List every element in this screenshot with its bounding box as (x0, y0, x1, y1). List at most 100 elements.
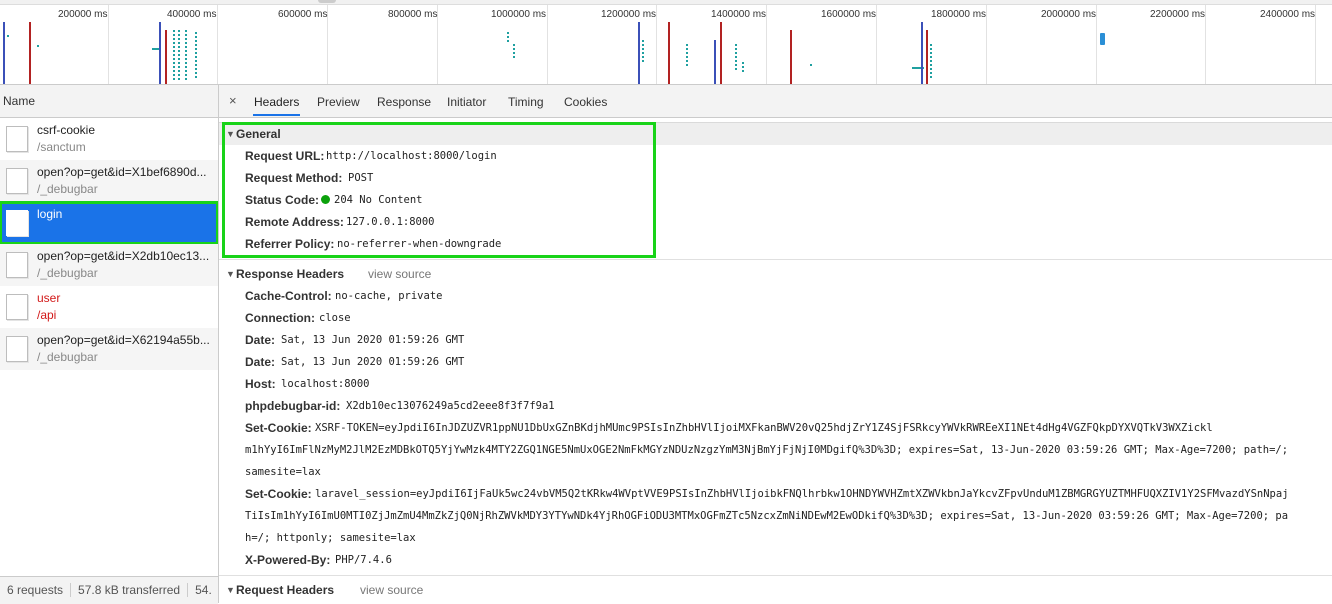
header-key: phpdebugbar-id: (245, 399, 341, 413)
header-value: h=/; httponly; samesite=lax (245, 532, 416, 544)
timeline-event-marker (930, 44, 932, 78)
name-column-header[interactable]: Name (0, 85, 218, 118)
view-source-link[interactable]: view source (360, 579, 423, 601)
timeline-event-marker (735, 44, 737, 72)
header-value: X2db10ec13076249a5cd2eee8f3f7f9a1 (346, 400, 555, 412)
tab-timing[interactable]: Timing (507, 85, 545, 116)
timeline-event-marker (642, 40, 644, 62)
header-row-set-cookie: Set-Cookie: laravel_session=eyJpdiI6IjFa… (219, 483, 1332, 505)
header-row-request-url: Request URL: http://localhost:8000/login (219, 145, 1332, 167)
timeline-tick-label: 2000000 ms (1041, 9, 1097, 20)
timeline-event-marker (3, 22, 5, 84)
request-headers-section-header[interactable]: ▼ Request Headers view source (219, 579, 1332, 601)
header-value: TiIsIm1hYyI6ImU0MTI0ZjJmZmU4MmZkZjQ0NjRh… (245, 510, 1289, 522)
expand-triangle-icon: ▼ (226, 129, 235, 139)
request-row-debugbar-1[interactable]: open?op=get&id=X1bef6890d... /_debugbar (0, 160, 218, 202)
header-value: XSRF-TOKEN=eyJpdiI6InJDZUZVR1ppNU1DbUxGZ… (315, 422, 1213, 434)
header-value-continuation: h=/; httponly; samesite=lax (219, 527, 1332, 549)
timeline-event-marker (165, 30, 167, 84)
timeline-event-marker (173, 30, 175, 80)
timeline-gridline (1096, 5, 1097, 84)
header-key: Connection: (245, 311, 315, 325)
header-row-phpdebugbar-id: phpdebugbar-id: X2db10ec13076249a5cd2eee… (219, 395, 1332, 417)
request-row-login[interactable]: login (0, 201, 218, 245)
header-row-x-powered-by: X-Powered-By: PHP/7.4.6 (219, 549, 1332, 571)
timeline-event-marker (37, 45, 39, 47)
tab-response[interactable]: Response (376, 85, 432, 116)
header-row-date: Date: Sat, 13 Jun 2020 01:59:26 GMT (219, 351, 1332, 373)
timeline-gridline (656, 5, 657, 84)
document-icon (6, 336, 28, 362)
response-headers-section-header[interactable]: ▼ Response Headers view source (219, 263, 1332, 285)
header-value: 204 No Content (334, 194, 423, 206)
network-overview-timeline[interactable]: 200000 ms 400000 ms 600000 ms 800000 ms … (0, 0, 1332, 85)
timeline-event-marker (926, 30, 928, 84)
header-key: Request Method: (245, 171, 343, 185)
header-row-status-code: Status Code: 204 No Content (219, 189, 1332, 211)
header-key: Host: (245, 377, 276, 391)
timeline-gridline (108, 5, 109, 84)
timeline-top-bar (0, 0, 1332, 5)
timeline-event-marker (686, 44, 688, 68)
view-source-link[interactable]: view source (368, 263, 431, 285)
request-count: 6 requests (0, 583, 72, 597)
header-value: Sat, 13 Jun 2020 01:59:26 GMT (281, 334, 465, 346)
timeline-tick-label: 1000000 ms (491, 9, 547, 20)
timeline-event-marker (790, 30, 792, 84)
timeline-gridline (986, 5, 987, 84)
request-row-debugbar-2[interactable]: open?op=get&id=X2db10ec13... /_debugbar (0, 244, 218, 286)
header-row-request-method: Request Method: POST (219, 167, 1332, 189)
request-row-csrf-cookie[interactable]: csrf-cookie /sanctum (0, 118, 218, 160)
tab-cookies[interactable]: Cookies (563, 85, 608, 116)
header-key: Remote Address: (245, 215, 344, 229)
timeline-gridline (766, 5, 767, 84)
timeline-event-marker (513, 44, 515, 60)
timeline-resize-grip[interactable] (318, 0, 336, 3)
request-path: /sanctum (37, 140, 86, 154)
timeline-gridline (1315, 5, 1316, 84)
timeline-event-marker (185, 30, 187, 80)
timeline-event-marker (195, 32, 197, 80)
section-title: Response Headers (236, 267, 345, 281)
header-row-host: Host: localhost:8000 (219, 373, 1332, 395)
header-value-continuation: samesite=lax (219, 461, 1332, 483)
header-value: 127.0.0.1:8000 (346, 216, 435, 228)
request-row-debugbar-3[interactable]: open?op=get&id=X62194a55b... /_debugbar (0, 328, 218, 370)
timeline-event-marker (714, 40, 716, 84)
document-icon (6, 252, 28, 278)
timeline-tick-label: 1200000 ms (601, 9, 657, 20)
timeline-event-marker (1100, 33, 1105, 45)
timeline-event-marker (810, 64, 812, 66)
timeline-tick-label: 1400000 ms (711, 9, 767, 20)
request-name: open?op=get&id=X1bef6890d... (37, 165, 207, 179)
header-row-cache-control: Cache-Control: no-cache, private (219, 285, 1332, 307)
timeline-gridline (876, 5, 877, 84)
timeline-event-marker (29, 22, 31, 84)
document-icon (6, 126, 28, 152)
request-name: csrf-cookie (37, 123, 96, 137)
header-row-connection: Connection: close (219, 307, 1332, 329)
header-value: m1hYyI6ImFlNzMyM2JlM2EzMDBkOTQ5YjYwMzk4M… (245, 444, 1289, 456)
timeline-event-marker (178, 30, 180, 80)
header-value: PHP/7.4.6 (335, 554, 392, 566)
close-icon[interactable]: × (229, 93, 237, 108)
header-value-continuation: TiIsIm1hYyI6ImU0MTI0ZjJmZmU4MmZkZjQ0NjRh… (219, 505, 1332, 527)
document-icon (6, 168, 28, 194)
request-name: user (37, 291, 61, 305)
header-value: Sat, 13 Jun 2020 01:59:26 GMT (281, 356, 465, 368)
header-key: Set-Cookie: (245, 487, 312, 501)
timeline-event-marker (7, 35, 9, 37)
general-section-header[interactable]: ▼ General (219, 122, 1332, 145)
expand-triangle-icon: ▼ (226, 585, 235, 595)
timeline-event-marker (742, 62, 744, 74)
header-key: Referrer Policy: (245, 237, 335, 251)
timeline-tick-label: 800000 ms (388, 9, 438, 20)
request-row-user[interactable]: user /api (0, 286, 218, 328)
tab-initiator[interactable]: Initiator (446, 85, 487, 116)
timeline-gridline (217, 5, 218, 84)
tab-headers[interactable]: Headers (253, 85, 301, 116)
request-path: /_debugbar (37, 350, 98, 364)
header-value: close (319, 312, 351, 324)
request-path: /_debugbar (37, 182, 98, 196)
tab-preview[interactable]: Preview (316, 85, 361, 116)
